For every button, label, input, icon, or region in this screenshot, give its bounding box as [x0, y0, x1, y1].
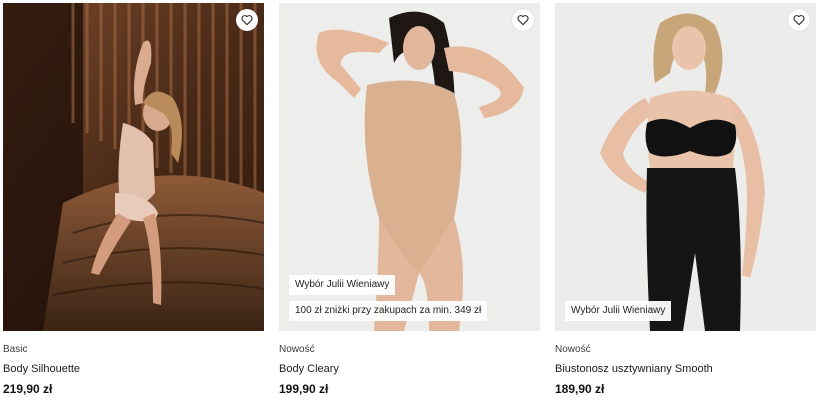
product-tag: Nowość	[279, 344, 315, 355]
badge-wybor-julii-wieniawy: Wybór Julii Wieniawy	[565, 301, 672, 321]
favorite-button[interactable]	[236, 9, 258, 31]
heart-outline-icon	[517, 15, 529, 26]
product-name[interactable]: Biustonosz usztywniany Smooth	[555, 362, 816, 377]
badge-wybor-julii-wieniawy: Wybór Julii Wieniawy	[289, 275, 396, 295]
product-photo-studio	[555, 3, 816, 331]
product-name[interactable]: Body Cleary	[279, 362, 540, 377]
product-info: Basic Body Silhouette 219,90 zł	[3, 331, 264, 397]
heart-outline-icon	[793, 15, 805, 26]
product-price: 199,90 zł	[279, 382, 329, 396]
product-image[interactable]: Wybór Julii Wieniawy 100 zł zniżki przy …	[279, 3, 540, 331]
product-price: 189,90 zł	[555, 382, 605, 396]
product-image[interactable]	[3, 3, 264, 331]
product-info: Nowość Biustonosz usztywniany Smooth 189…	[555, 331, 816, 397]
product-card-biustonosz-smooth[interactable]: Wybór Julii Wieniawy Nowość Biustonosz u…	[555, 3, 816, 400]
heart-outline-icon	[241, 15, 253, 26]
product-grid: Basic Body Silhouette 219,90 zł Wybór Ju…	[0, 0, 819, 400]
product-info: Nowość Body Cleary 199,90 zł	[279, 331, 540, 397]
product-tag: Nowość	[555, 344, 591, 355]
product-price: 219,90 zł	[3, 382, 53, 396]
product-image[interactable]: Wybór Julii Wieniawy	[555, 3, 816, 331]
product-card-body-silhouette[interactable]: Basic Body Silhouette 219,90 zł	[3, 3, 264, 400]
favorite-button[interactable]	[512, 9, 534, 31]
product-name[interactable]: Body Silhouette	[3, 362, 264, 377]
product-tag: Basic	[3, 344, 28, 355]
badge-discount-promo: 100 zł zniżki przy zakupach za min. 349 …	[289, 301, 488, 321]
favorite-button[interactable]	[788, 9, 810, 31]
product-photo-wooden-staircase	[3, 3, 264, 331]
product-card-body-cleary[interactable]: Wybór Julii Wieniawy 100 zł zniżki przy …	[279, 3, 540, 400]
